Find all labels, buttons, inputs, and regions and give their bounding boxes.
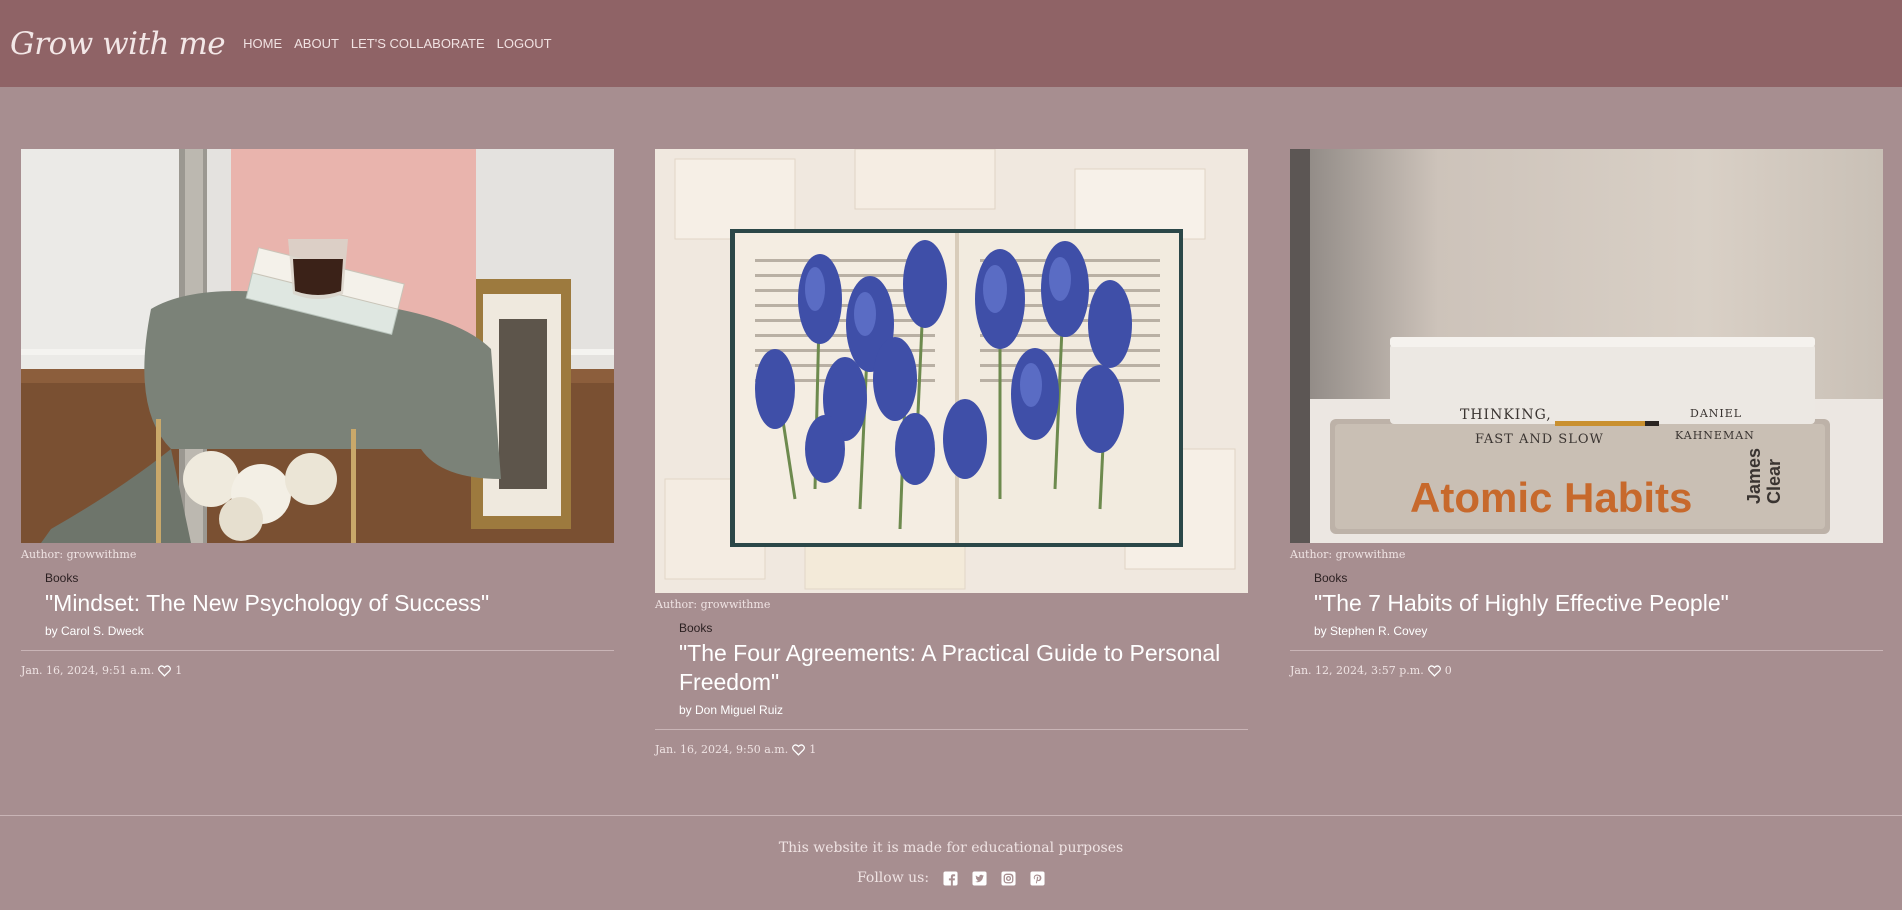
post-card: Author: growwithme Books "Mindset: The N… xyxy=(21,149,614,677)
follow-label: Follow us: xyxy=(856,870,930,886)
like-count: 1 xyxy=(175,664,183,677)
facebook-icon[interactable] xyxy=(943,870,958,886)
post-meta: Jan. 12, 2024, 3:57 p.m. 0 xyxy=(1290,664,1883,677)
heart-icon[interactable] xyxy=(792,743,806,756)
footer-text: This website it is made for educational … xyxy=(778,840,1124,856)
book-spine-top-author: DANIEL xyxy=(1690,407,1742,420)
post-title[interactable]: "The 7 Habits of Highly Effective People… xyxy=(1314,589,1883,618)
navbar: Grow with me HOME ABOUT LET'S COLLABORAT… xyxy=(0,0,1902,87)
book-spine-bottom-author: James xyxy=(1744,448,1764,504)
nav-logout-link[interactable]: LOGOUT xyxy=(497,36,552,51)
nav-collaborate-link[interactable]: LET'S COLLABORATE xyxy=(351,36,485,51)
post-date: Jan. 16, 2024, 9:51 a.m. xyxy=(21,664,155,677)
like-count: 1 xyxy=(809,743,817,756)
brand-logo[interactable]: Grow with me xyxy=(10,26,226,62)
twitter-icon[interactable] xyxy=(972,870,987,886)
nav-home-link[interactable]: HOME xyxy=(243,36,282,51)
post-category: Books xyxy=(679,621,713,635)
post-byline: by Stephen R. Covey xyxy=(1314,624,1428,638)
post-byline: by Don Miguel Ruiz xyxy=(679,703,784,717)
post-divider xyxy=(21,650,614,651)
heart-icon[interactable] xyxy=(158,664,172,677)
post-meta: Jan. 16, 2024, 9:50 a.m. 1 xyxy=(655,743,1248,756)
post-title[interactable]: "Mindset: The New Psychology of Success" xyxy=(45,589,614,618)
post-image[interactable]: THINKING, FAST AND SLOW DANIEL KAHNEMAN … xyxy=(1290,149,1883,543)
book-spine-bottom-author: Clear xyxy=(1764,459,1784,504)
post-card: Author: growwithme Books "The Four Agree… xyxy=(655,149,1248,756)
book-spine-top-title: FAST AND SLOW xyxy=(1475,432,1604,447)
heart-icon[interactable] xyxy=(1427,664,1441,677)
nav-about-link[interactable]: ABOUT xyxy=(294,36,339,51)
follow-us: Follow us: xyxy=(0,870,1902,886)
post-author: Author: growwithme xyxy=(1290,548,1406,561)
post-image[interactable] xyxy=(655,149,1248,593)
post-card: THINKING, FAST AND SLOW DANIEL KAHNEMAN … xyxy=(1290,149,1883,677)
post-title[interactable]: "The Four Agreements: A Practical Guide … xyxy=(679,639,1248,697)
post-category: Books xyxy=(1314,571,1348,585)
post-divider xyxy=(1290,650,1883,651)
instagram-icon[interactable] xyxy=(1001,870,1016,886)
post-author: Author: growwithme xyxy=(655,598,771,611)
pinterest-icon[interactable] xyxy=(1030,870,1045,886)
book-spine-top-author: KAHNEMAN xyxy=(1675,429,1755,442)
post-divider xyxy=(655,729,1248,730)
post-author: Author: growwithme xyxy=(21,548,137,561)
book-spine-top-title: THINKING, xyxy=(1460,407,1552,423)
post-date: Jan. 12, 2024, 3:57 p.m. xyxy=(1290,664,1424,677)
post-date: Jan. 16, 2024, 9:50 a.m. xyxy=(655,743,789,756)
post-meta: Jan. 16, 2024, 9:51 a.m. 1 xyxy=(21,664,614,677)
book-spine-bottom-title: Atomic Habits xyxy=(1410,474,1692,521)
post-byline: by Carol S. Dweck xyxy=(45,624,144,638)
post-image[interactable] xyxy=(21,149,614,543)
post-category: Books xyxy=(45,571,79,585)
footer-divider xyxy=(0,815,1902,816)
like-count: 0 xyxy=(1444,664,1452,677)
